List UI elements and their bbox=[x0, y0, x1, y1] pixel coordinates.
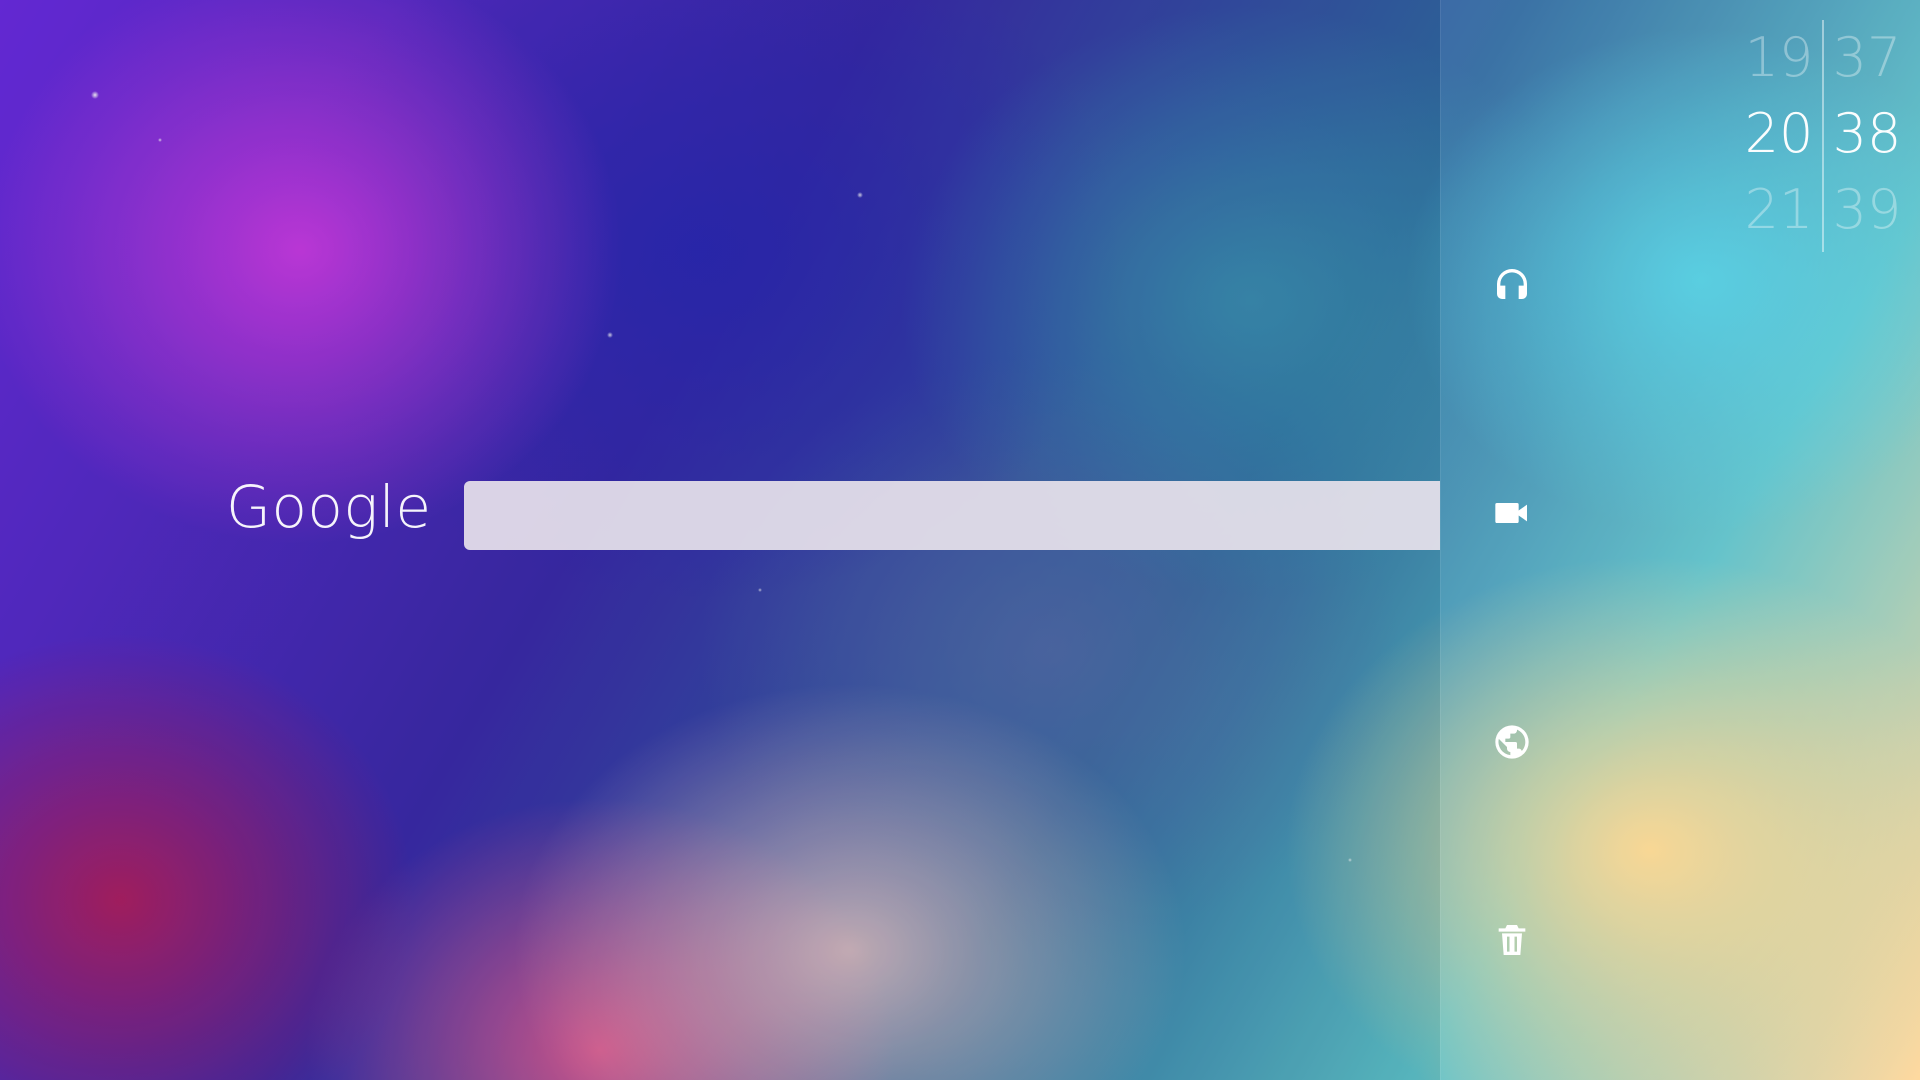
search-engine-label: Google bbox=[226, 473, 432, 541]
clock-hour-prev: 19 bbox=[1744, 26, 1814, 89]
clock-divider bbox=[1822, 20, 1824, 252]
trash-icon[interactable] bbox=[1490, 918, 1534, 962]
clock-hours: 19 20 21 bbox=[1739, 20, 1819, 248]
trash-icon-glyph bbox=[1498, 925, 1526, 955]
clock-hour-next: 21 bbox=[1744, 178, 1814, 241]
clock-hour-current: 20 bbox=[1744, 102, 1814, 165]
globe-icon[interactable] bbox=[1490, 720, 1534, 764]
clock-minute-current: 38 bbox=[1832, 102, 1902, 165]
video-camera-icon-glyph bbox=[1495, 503, 1527, 523]
clock-minute-next: 39 bbox=[1832, 178, 1902, 241]
headphones-icon-glyph bbox=[1497, 269, 1527, 299]
globe-icon-glyph bbox=[1495, 725, 1529, 759]
clock-minutes: 37 38 39 bbox=[1827, 20, 1907, 248]
headphones-icon[interactable] bbox=[1490, 262, 1534, 306]
search-input[interactable] bbox=[464, 481, 1440, 550]
clock-minute-prev: 37 bbox=[1832, 26, 1902, 89]
video-camera-icon[interactable] bbox=[1490, 491, 1534, 535]
clock-widget: 19 20 21 37 38 39 bbox=[1735, 20, 1910, 255]
